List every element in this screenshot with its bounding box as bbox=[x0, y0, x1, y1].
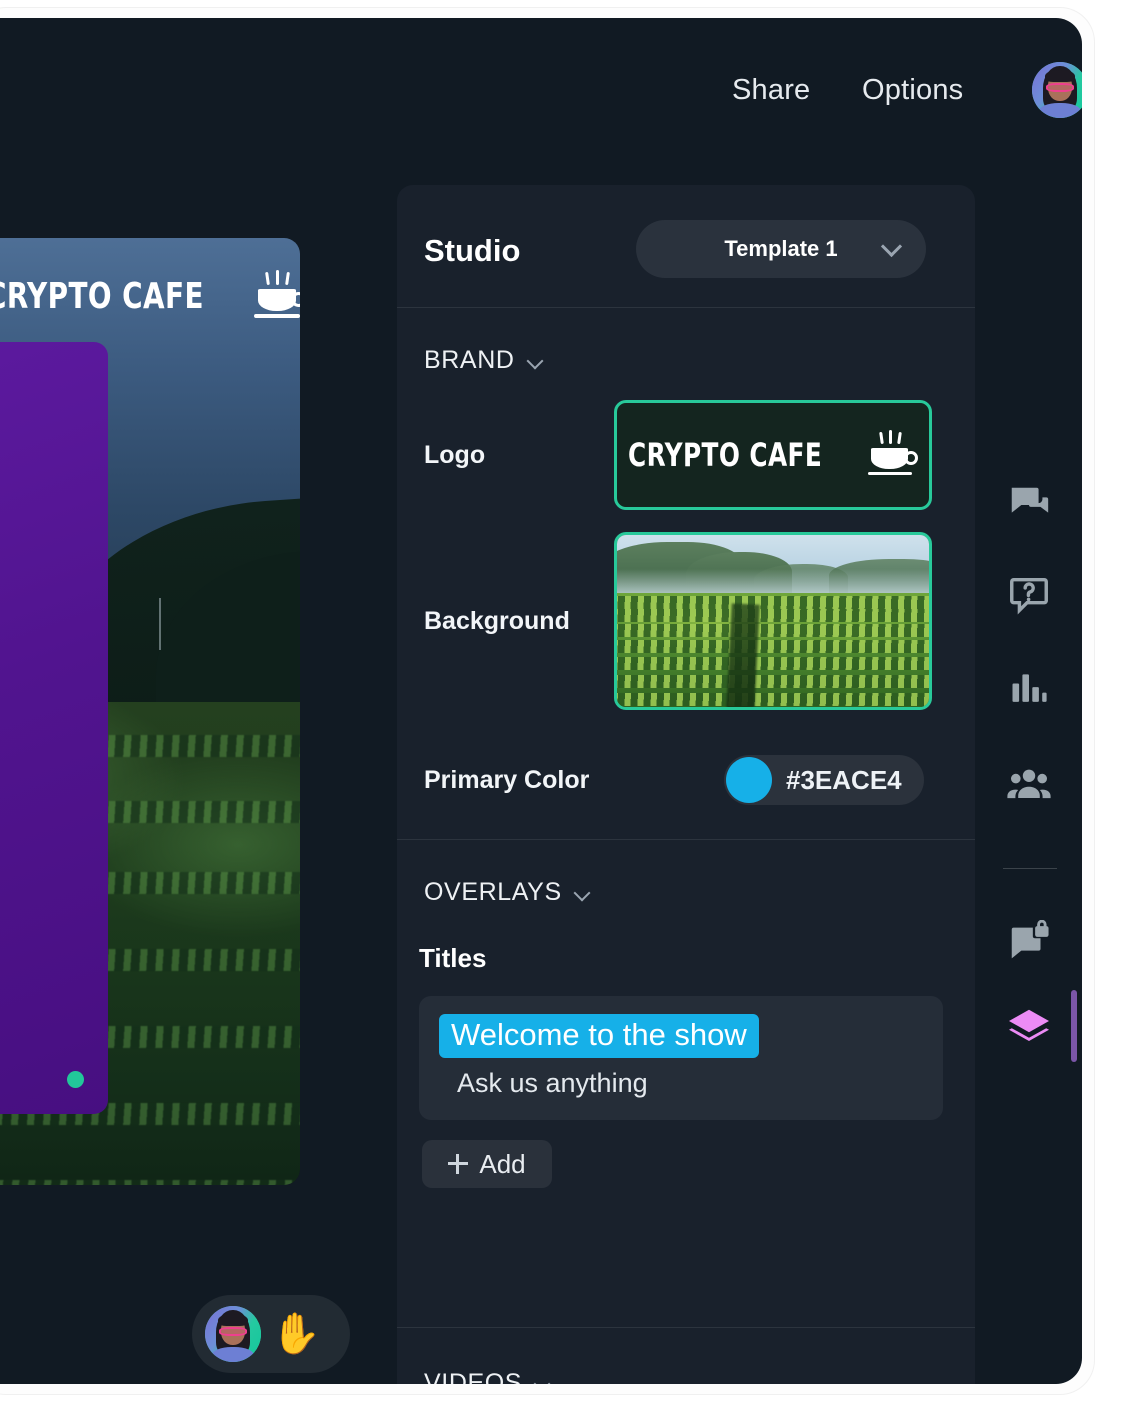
private-chat-icon[interactable] bbox=[1002, 916, 1056, 970]
background-label: Background bbox=[424, 606, 570, 635]
layers-icon[interactable] bbox=[1002, 1002, 1056, 1056]
polls-icon[interactable] bbox=[1002, 662, 1056, 716]
logo-field-row: Logo CRYPTO CAFE bbox=[397, 389, 975, 521]
logo-preview-button[interactable]: CRYPTO CAFE bbox=[614, 400, 932, 510]
studio-panel-header: Studio Template 1 bbox=[397, 185, 975, 307]
videos-section-label: VIDEOS bbox=[424, 1369, 523, 1384]
avatar-fringe bbox=[1045, 69, 1075, 83]
color-swatch[interactable] bbox=[726, 757, 772, 803]
preview-overlay-card[interactable] bbox=[0, 342, 108, 1114]
chevron-down-icon[interactable] bbox=[573, 884, 591, 901]
thumbnail-tea-field bbox=[617, 593, 929, 707]
options-button[interactable]: Options bbox=[862, 74, 963, 107]
self-view-pill[interactable]: ✋ bbox=[192, 1295, 350, 1373]
raised-hand-icon[interactable]: ✋ bbox=[271, 1314, 321, 1354]
titles-label: Titles bbox=[419, 943, 487, 973]
stage-preview: CRYPTO CAFE ✋ bbox=[0, 164, 402, 1384]
user-avatar[interactable] bbox=[1032, 62, 1082, 118]
thumbnail-path bbox=[726, 603, 761, 707]
primary-color-picker[interactable]: #3EACE4 bbox=[724, 755, 924, 805]
question-icon[interactable] bbox=[1002, 568, 1056, 622]
primary-color-field-row: Primary Color #3EACE4 bbox=[397, 721, 975, 839]
add-title-button[interactable]: Add bbox=[422, 1140, 552, 1188]
preview-logo: CRYPTO CAFE bbox=[0, 270, 300, 320]
logo-text: CRYPTO CAFE bbox=[628, 436, 823, 474]
preview-canvas[interactable]: CRYPTO CAFE bbox=[0, 238, 300, 1185]
avatar-fringe bbox=[218, 1313, 248, 1327]
page-title: Studio bbox=[424, 233, 521, 268]
self-avatar[interactable] bbox=[205, 1306, 261, 1362]
chevron-down-icon bbox=[880, 235, 903, 259]
overlays-section-label: OVERLAYS bbox=[424, 878, 562, 906]
avatar-body bbox=[211, 1347, 255, 1362]
background-field-row: Background bbox=[397, 521, 975, 721]
avatar-body bbox=[1038, 103, 1082, 118]
studio-panel: Studio Template 1 BRAND Logo CRYPTO CAFE… bbox=[397, 185, 975, 1384]
rail-active-indicator bbox=[1071, 990, 1077, 1062]
chevron-down-icon[interactable] bbox=[526, 352, 544, 369]
device-frame: Share Options CRYPTO CAFE ✋ Studio Templ… bbox=[0, 8, 1094, 1394]
avatar-glasses bbox=[1046, 83, 1074, 92]
people-icon[interactable] bbox=[1002, 758, 1056, 812]
avatar-glasses bbox=[219, 1327, 247, 1336]
brand-section-header[interactable]: BRAND bbox=[397, 308, 975, 375]
preview-status-dot bbox=[67, 1071, 84, 1088]
plus-icon bbox=[448, 1154, 469, 1174]
overlays-section: OVERLAYS Titles Welcome to the show Ask … bbox=[397, 840, 975, 1188]
top-bar: Share Options bbox=[0, 18, 1082, 164]
overlays-section-header[interactable]: OVERLAYS bbox=[397, 840, 975, 907]
brand-section: BRAND Logo CRYPTO CAFE Background Primar… bbox=[397, 308, 975, 839]
add-title-label: Add bbox=[479, 1148, 526, 1179]
title-primary-text[interactable]: Welcome to the show bbox=[439, 1014, 759, 1058]
template-select-value: Template 1 bbox=[724, 236, 838, 261]
logo-label: Logo bbox=[424, 440, 486, 469]
title-overlay-card[interactable]: Welcome to the show Ask us anything bbox=[419, 996, 943, 1120]
right-icon-rail bbox=[975, 164, 1082, 1384]
brand-section-label: BRAND bbox=[424, 346, 515, 374]
rail-divider bbox=[1003, 868, 1057, 869]
coffee-cup-icon bbox=[254, 270, 300, 320]
template-select[interactable]: Template 1 bbox=[636, 220, 926, 278]
app-window: Share Options CRYPTO CAFE ✋ Studio Templ… bbox=[0, 18, 1082, 1384]
divider bbox=[397, 1327, 975, 1328]
title-secondary-text[interactable]: Ask us anything bbox=[457, 1068, 943, 1099]
videos-section: VIDEOS bbox=[397, 1331, 975, 1384]
primary-color-label: Primary Color bbox=[424, 765, 590, 794]
background-thumbnail[interactable] bbox=[614, 532, 932, 710]
preview-pole bbox=[159, 597, 162, 650]
color-hex-value: #3EACE4 bbox=[786, 764, 902, 795]
videos-section-header[interactable]: VIDEOS bbox=[397, 1331, 975, 1384]
chat-icon[interactable] bbox=[1002, 478, 1056, 532]
coffee-cup-icon bbox=[867, 430, 918, 478]
chevron-down-icon[interactable] bbox=[533, 1375, 551, 1384]
share-button[interactable]: Share bbox=[732, 74, 810, 107]
preview-logo-text: CRYPTO CAFE bbox=[0, 275, 204, 317]
